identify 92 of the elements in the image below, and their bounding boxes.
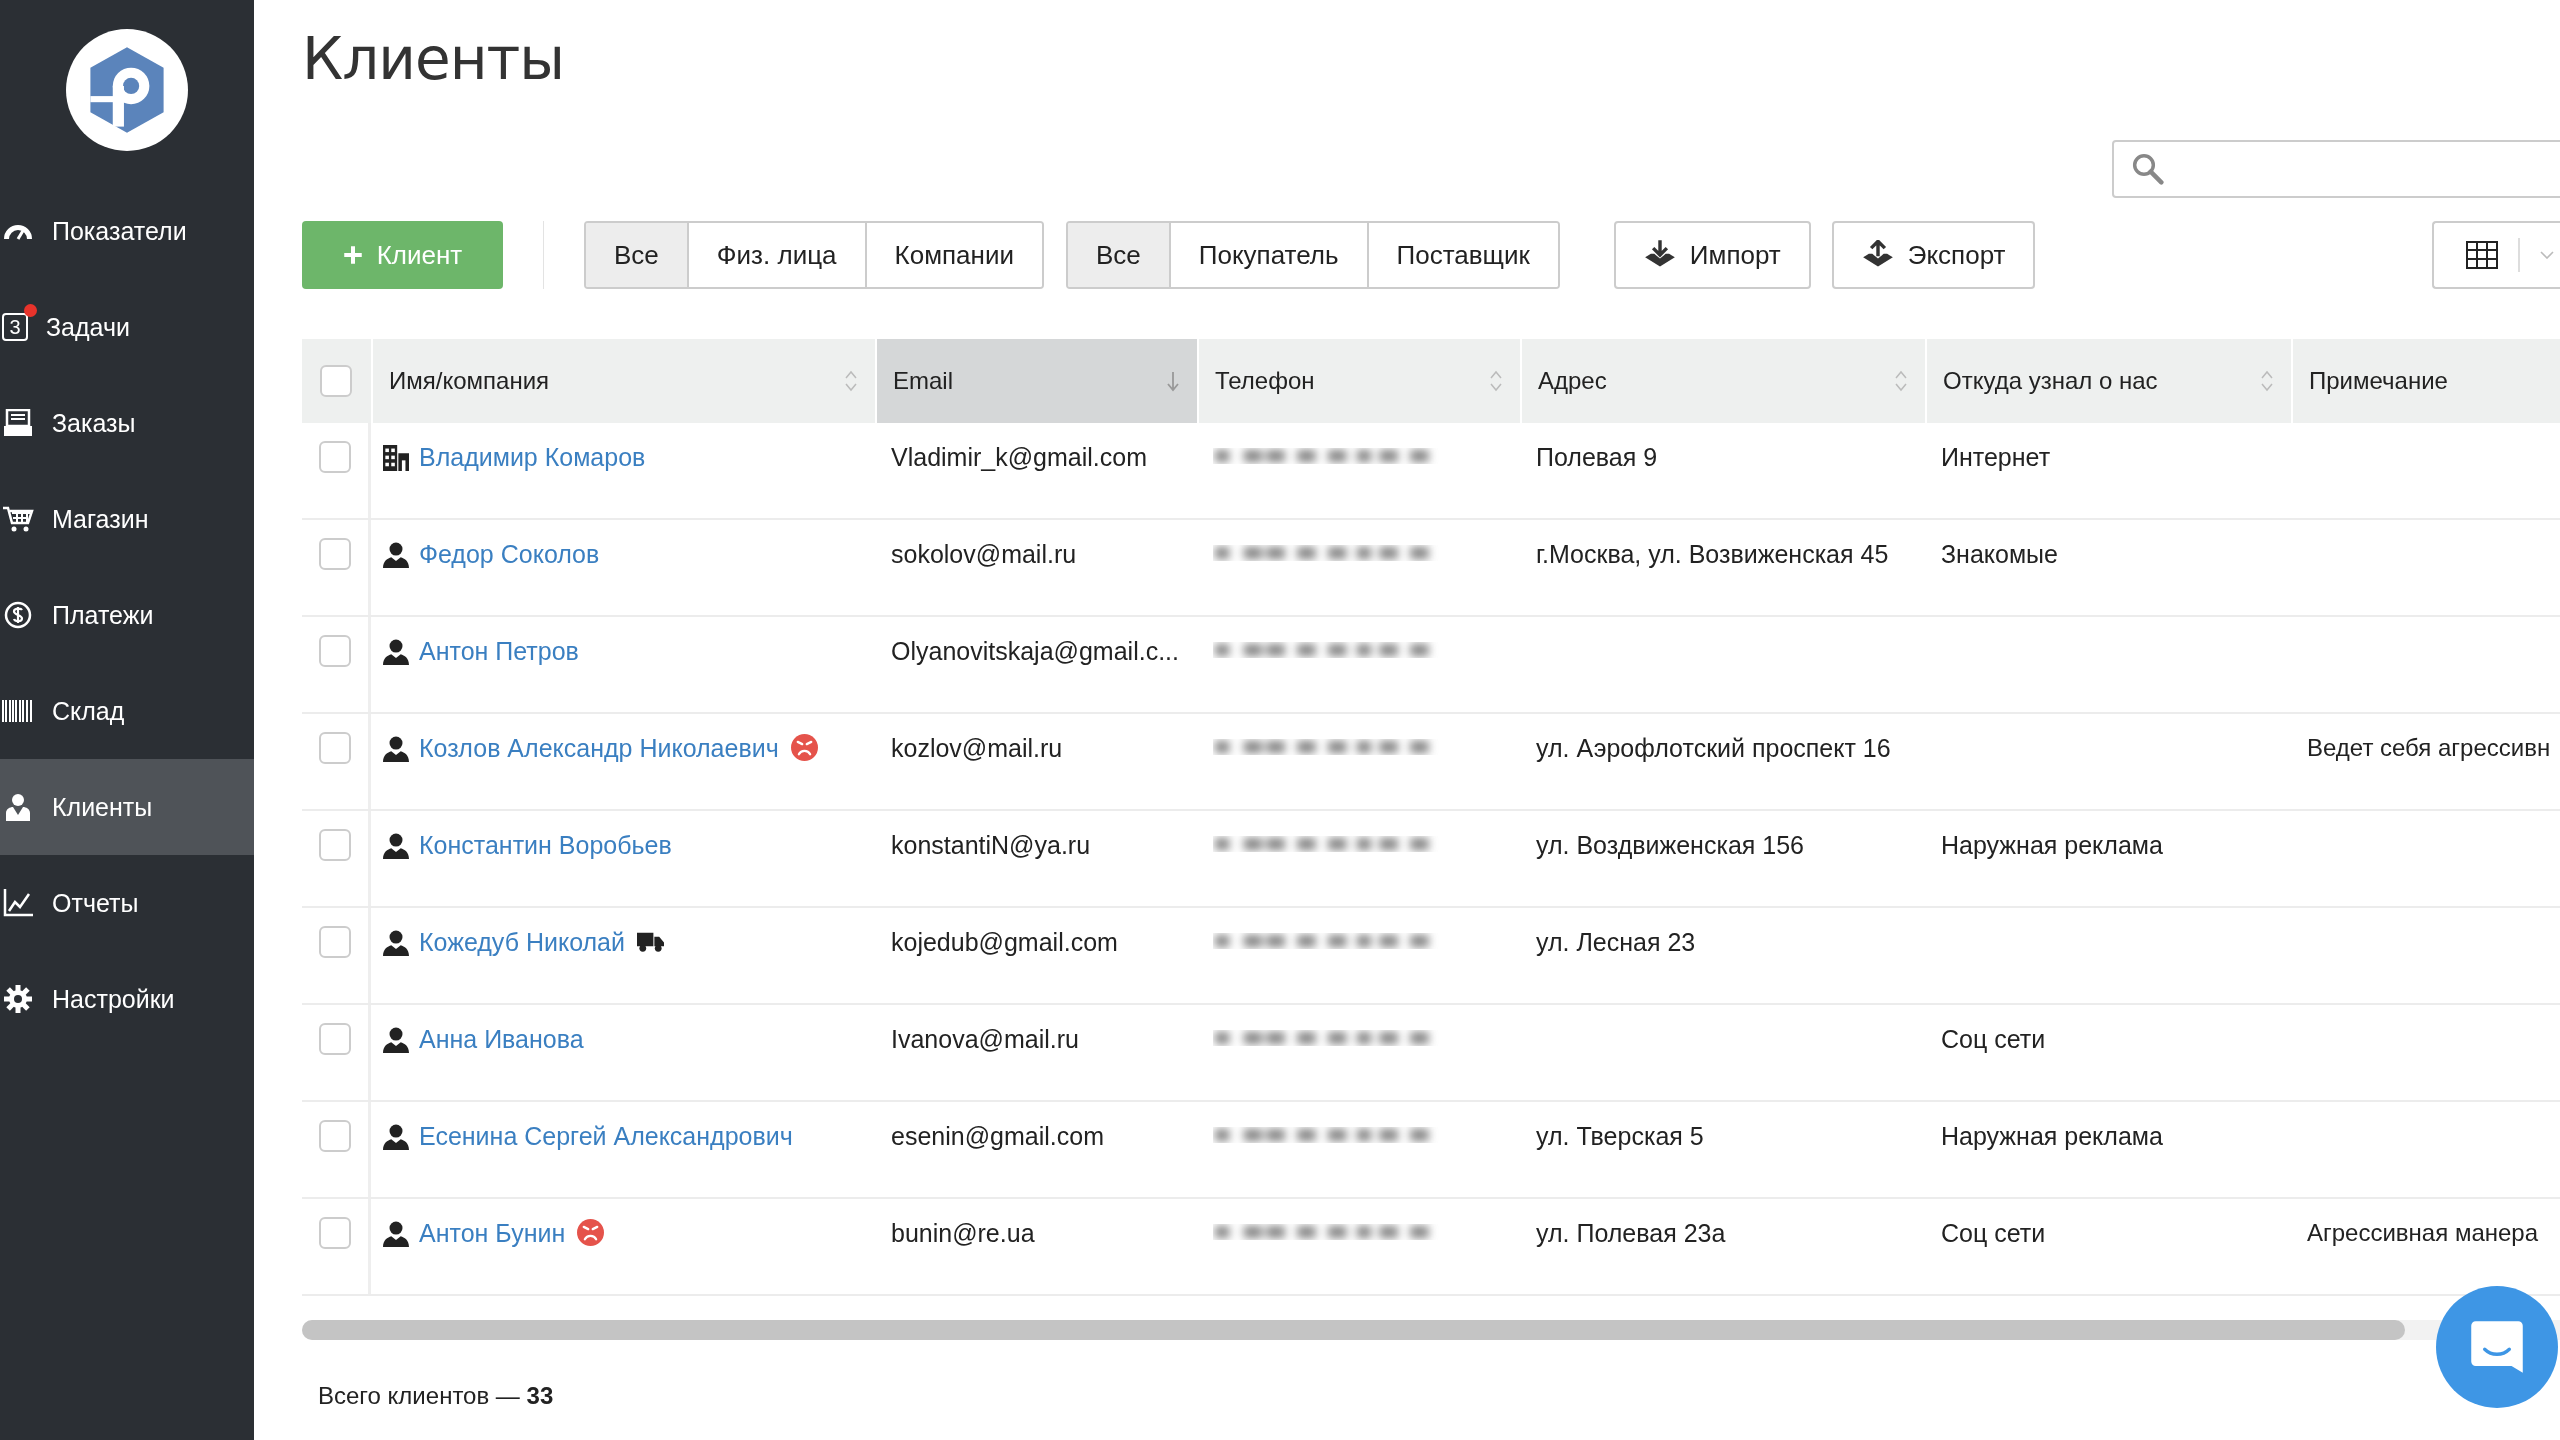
address-text: ул. Воздвиженская 156	[1536, 831, 1804, 860]
email-text: Vladimir_k@gmail.com	[891, 443, 1147, 472]
person-icon	[383, 639, 409, 665]
building-icon	[383, 445, 409, 471]
logo-icon	[66, 29, 188, 151]
filter-tab[interactable]: Компании	[864, 223, 1042, 287]
source-text: Соц сети	[1941, 1219, 2046, 1248]
row-checkbox[interactable]	[319, 732, 351, 764]
grid-icon	[2466, 241, 2498, 269]
view-toggle-button[interactable]	[2432, 221, 2560, 289]
person-icon	[383, 1124, 409, 1150]
client-name-link[interactable]: Антон Петров	[419, 637, 579, 666]
column-header[interactable]: Примечание	[2291, 339, 2560, 423]
address-text: г.Москва, ул. Возвиженская 45	[1536, 540, 1889, 569]
sort-icon[interactable]	[845, 370, 857, 392]
barcode-icon	[2, 697, 34, 725]
client-name-link[interactable]: Владимир Комаров	[419, 443, 646, 472]
sidebar-item[interactable]: Показатели	[0, 183, 254, 279]
filter-tab[interactable]: Все	[1067, 223, 1169, 287]
dollar-icon	[2, 601, 34, 629]
client-name-link[interactable]: Есенина Сергей Александрович	[419, 1122, 793, 1151]
export-button[interactable]: Экспорт	[1831, 221, 2036, 289]
plus-icon	[342, 245, 363, 265]
chart-icon	[2, 889, 34, 917]
email-text: konstantiN@ya.ru	[891, 831, 1091, 860]
column-header[interactable]: Адрес	[1520, 339, 1925, 423]
row-checkbox[interactable]	[319, 1023, 351, 1055]
row-checkbox[interactable]	[319, 1120, 351, 1152]
row-checkbox[interactable]	[319, 926, 351, 958]
column-header[interactable]: Email	[875, 339, 1197, 423]
sidebar-item[interactable]: Магазин	[0, 471, 254, 567]
email-text: bunin@re.ua	[891, 1219, 1035, 1248]
column-header[interactable]: Телефон	[1197, 339, 1520, 423]
row-checkbox[interactable]	[319, 1217, 351, 1249]
address-text: ул. Тверская 5	[1536, 1122, 1704, 1151]
email-text: Ivanova@mail.ru	[891, 1025, 1079, 1054]
client-name-link[interactable]: Козлов Александр Николаевич	[419, 734, 779, 763]
person-icon	[383, 930, 409, 956]
email-text: esenin@gmail.com	[891, 1122, 1104, 1151]
sidebar-item[interactable]: Отчеты	[0, 855, 254, 951]
source-text: Наружная реклама	[1941, 831, 2163, 860]
address-text: Полевая 9	[1536, 443, 1658, 472]
sidebar-item[interactable]: 3 Задачи	[0, 279, 254, 375]
filter-tab[interactable]: Все	[586, 223, 687, 287]
row-checkbox[interactable]	[319, 829, 351, 861]
row-checkbox[interactable]	[319, 538, 351, 570]
chevron-down-icon	[2540, 251, 2554, 259]
client-name-link[interactable]: Анна Иванова	[419, 1025, 584, 1054]
sidebar-item[interactable]: Заказы	[0, 375, 254, 471]
select-all-checkbox[interactable]	[319, 365, 352, 397]
note-text: Агрессивная манера	[2307, 1219, 2539, 1247]
note-text: Ведет себя агрессивн	[2307, 734, 2551, 762]
tray-icon	[2, 409, 34, 437]
sidebar-item[interactable]: Склад	[0, 663, 254, 759]
client-name-link[interactable]: Константин Воробьев	[419, 831, 672, 860]
row-checkbox[interactable]	[319, 635, 351, 667]
search-field[interactable]	[2112, 140, 2560, 198]
column-header[interactable]: Откуда узнал о нас	[1925, 339, 2291, 423]
email-text: kojedub@gmail.com	[891, 928, 1118, 957]
person-icon	[383, 1027, 409, 1053]
sort-icon[interactable]	[1490, 370, 1502, 392]
row-checkbox[interactable]	[319, 441, 351, 473]
sidebar-item[interactable]: Платежи	[0, 567, 254, 663]
cart-icon	[2, 505, 34, 533]
page-title: Клиенты	[302, 25, 566, 93]
filter-tab[interactable]: Поставщик	[1366, 223, 1558, 287]
client-name-link[interactable]: Антон Бунин	[419, 1219, 566, 1248]
sort-icon[interactable]	[1895, 370, 1907, 392]
sidebar-item[interactable]: Клиенты	[0, 759, 254, 855]
person-icon	[383, 833, 409, 859]
address-text: ул. Лесная 23	[1536, 928, 1696, 957]
sort-descending-icon[interactable]	[1167, 370, 1179, 392]
source-text: Знакомые	[1941, 540, 2058, 569]
total-count: Всего клиентов — 33	[318, 1382, 555, 1410]
person-icon	[383, 1221, 409, 1247]
sidebar-item[interactable]: Настройки	[0, 951, 254, 1047]
person-icon	[383, 542, 409, 568]
email-text: sokolov@mail.ru	[891, 540, 1077, 569]
source-text: Наружная реклама	[1941, 1122, 2163, 1151]
client-name-link[interactable]: Федор Соколов	[419, 540, 600, 569]
source-text: Интернет	[1941, 443, 2051, 472]
source-text: Соц сети	[1941, 1025, 2046, 1054]
email-text: kozlov@mail.ru	[891, 734, 1063, 763]
address-text: ул. Аэрофлотский проспект 16	[1536, 734, 1891, 763]
email-text: Olyanovitskaja@gmail.c...	[891, 637, 1179, 666]
search-icon	[2132, 153, 2164, 185]
chat-icon	[2469, 1319, 2525, 1375]
import-button[interactable]: Импорт	[1613, 221, 1811, 289]
client-name-link[interactable]: Кожедуб Николай	[419, 928, 625, 957]
person-icon	[383, 736, 409, 762]
address-text: ул. Полевая 23а	[1536, 1219, 1726, 1248]
sort-icon[interactable]	[2261, 370, 2273, 392]
